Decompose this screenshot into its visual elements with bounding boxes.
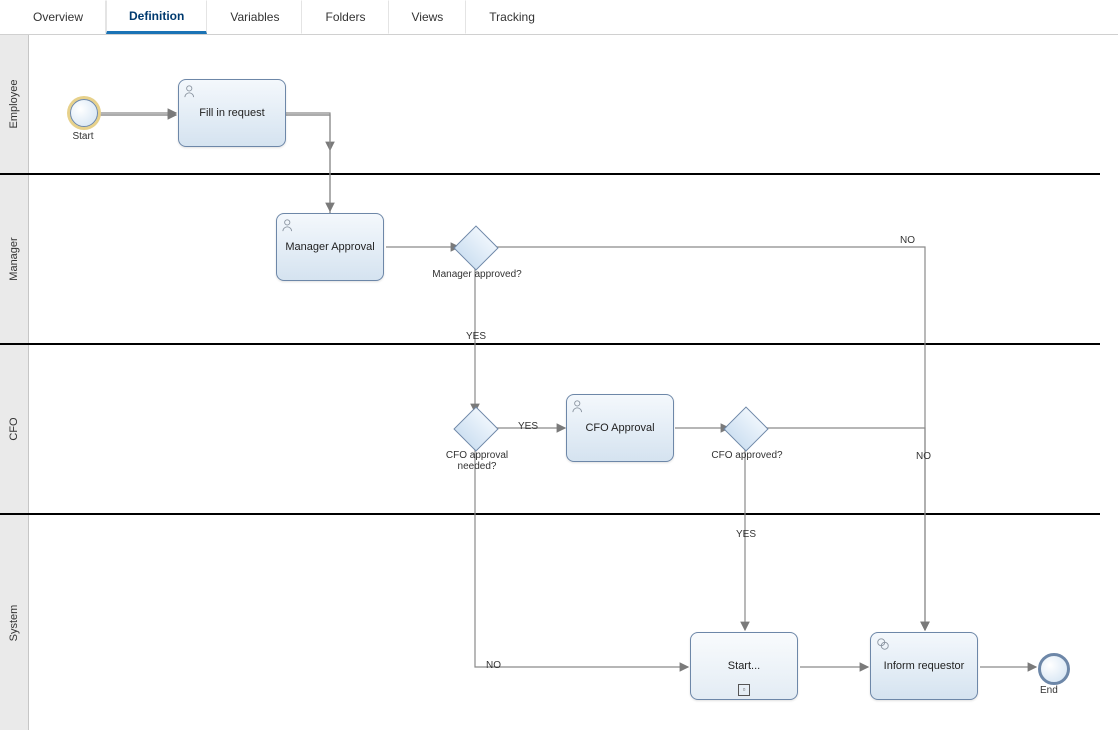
edge-label-no: NO: [900, 235, 915, 246]
swimlane-label-manager: Manager: [8, 237, 20, 280]
tab-overview[interactable]: Overview: [10, 0, 106, 34]
tab-definition[interactable]: Definition: [106, 0, 207, 34]
swimlane-handle[interactable]: CFO: [0, 345, 29, 513]
tab-tracking[interactable]: Tracking: [466, 0, 558, 34]
user-task-icon: [184, 84, 198, 101]
gateway-label: CFO approved?: [702, 450, 792, 461]
swimlane-label-employee: Employee: [8, 80, 20, 129]
bpmn-canvas[interactable]: Employee Manager CFO System: [0, 35, 1100, 730]
task-label: Fill in request: [199, 107, 264, 119]
end-event-label: End: [1040, 685, 1058, 696]
edge-label-yes: YES: [466, 331, 486, 342]
edge-label-yes: YES: [518, 421, 538, 432]
tab-views[interactable]: Views: [389, 0, 467, 34]
service-task-icon: [876, 637, 890, 654]
tab-bar: Overview Definition Variables Folders Vi…: [0, 0, 1118, 35]
end-event[interactable]: [1038, 653, 1070, 685]
start-event-label: Start: [68, 131, 98, 142]
expand-subprocess-icon[interactable]: ▫: [738, 684, 750, 696]
task-label: CFO Approval: [585, 422, 654, 434]
task-fill-in-request[interactable]: Fill in request: [178, 79, 286, 147]
tab-variables[interactable]: Variables: [207, 0, 302, 34]
swimlane-label-system: System: [8, 604, 20, 641]
swimlane-handle[interactable]: System: [0, 515, 29, 730]
task-label: Start...: [728, 660, 760, 672]
swimlane-employee: Employee: [0, 35, 1100, 175]
swimlane-handle[interactable]: Employee: [0, 35, 29, 173]
swimlane-label-cfo: CFO: [8, 417, 20, 440]
gateway-label: Manager approved?: [432, 269, 522, 280]
swimlane-cfo: CFO: [0, 345, 1100, 515]
edge-label-no: NO: [486, 660, 501, 671]
swimlane-handle[interactable]: Manager: [0, 175, 29, 343]
edge-label-no: NO: [916, 451, 931, 462]
user-task-icon: [282, 218, 296, 235]
task-manager-approval[interactable]: Manager Approval: [276, 213, 384, 281]
tab-folders[interactable]: Folders: [302, 0, 388, 34]
subprocess-start[interactable]: Start... ▫: [690, 632, 798, 700]
task-label: Manager Approval: [285, 241, 374, 253]
swimlane-manager: Manager: [0, 175, 1100, 345]
start-event[interactable]: [70, 99, 98, 127]
task-label: Inform requestor: [884, 660, 965, 672]
edge-label-yes: YES: [736, 529, 756, 540]
task-inform-requestor[interactable]: Inform requestor: [870, 632, 978, 700]
task-cfo-approval[interactable]: CFO Approval: [566, 394, 674, 462]
gateway-label: CFO approval needed?: [432, 450, 522, 472]
user-task-icon: [572, 399, 586, 416]
